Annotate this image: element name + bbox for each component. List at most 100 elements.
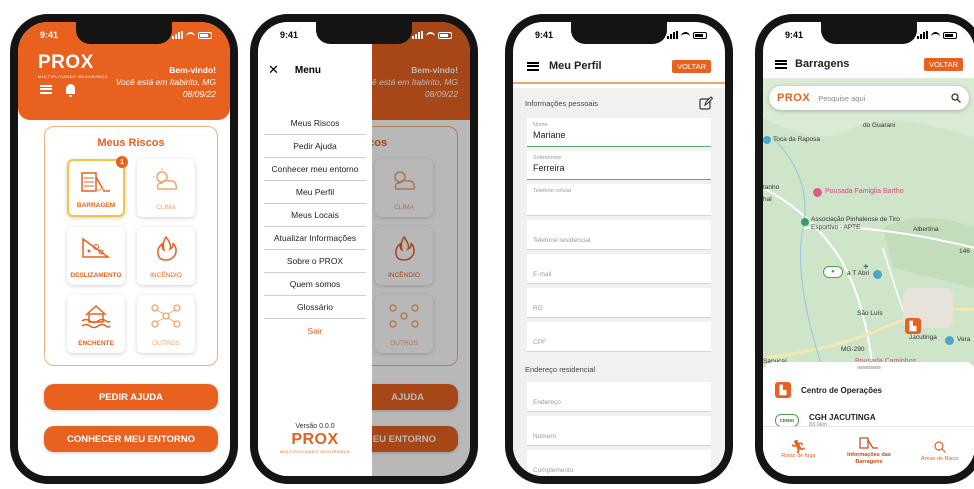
nav-risk-areas[interactable]: Áreas de Risco [904, 427, 974, 476]
prox-logo: PROX [777, 92, 811, 104]
map-pin-icon[interactable] [763, 136, 771, 144]
signal-icon [667, 31, 678, 39]
my-risks-panel: Meus Riscos 1 BARRAGEM CLIMA DESLIZAMENT… [44, 126, 218, 366]
map-label-etanho: tanho [763, 184, 780, 191]
menu-icon[interactable] [40, 84, 52, 94]
menu-item-conhecer-entorno[interactable]: Conhecer meu entorno [264, 158, 366, 181]
search-input[interactable]: Pesquise aqui [818, 94, 943, 103]
home-phone-field[interactable]: Telefone residencial [527, 220, 711, 250]
menu-item-sobre[interactable]: Sobre o PROX [264, 250, 366, 273]
prox-logo: PROX MULTIPLICANDO SEGURANÇA [38, 52, 109, 79]
map-label-vera: Vera [957, 336, 971, 343]
battery-icon [693, 31, 707, 39]
map-label-toca: Toca da Raposa [773, 136, 820, 143]
map-label-146: 146 [959, 248, 970, 255]
menu-item-meus-locais[interactable]: Meus Locais [264, 204, 366, 227]
flood-icon [81, 304, 111, 329]
signal-icon [917, 31, 928, 39]
date-text: 08/09/22 [182, 89, 216, 99]
personal-info-heading: Informações pessoais [525, 98, 598, 108]
welcome-block: Bem-vindo! Você está em Itabirito, MG 08… [116, 64, 216, 100]
tile-clima[interactable]: CLIMA [137, 159, 195, 217]
landslide-icon [82, 237, 111, 258]
battery-icon [198, 31, 212, 39]
battery-icon [438, 31, 452, 39]
dams-screen: 9:41 Barragens VOLTAR Toca da Raposa do … [763, 22, 974, 476]
status-time: 9:41 [785, 30, 804, 40]
tile-outros[interactable]: OUTROS [137, 295, 195, 353]
close-icon[interactable]: ✕ [268, 62, 279, 78]
map-pin-icon[interactable] [801, 218, 809, 226]
tile-barragem[interactable]: 1 BARRAGEM [67, 156, 128, 217]
name-field[interactable]: Nome Mariane [527, 118, 711, 147]
map-view[interactable]: Toca da Raposa do Guarani tanho hal Pous… [763, 78, 974, 370]
tile-deslizamento[interactable]: DESLIZAMENTO [67, 227, 125, 285]
profile-topbar: Meu Perfil VOLTAR [513, 50, 725, 84]
number-field[interactable]: Número [527, 416, 711, 446]
menu-item-pedir-ajuda[interactable]: Pedir Ajuda [264, 135, 366, 158]
map-pin-icon[interactable] [945, 336, 954, 345]
ask-help-button[interactable]: PEDIR AJUDA [44, 384, 218, 410]
search-icon[interactable] [951, 93, 961, 103]
notification-badge: 1 [116, 156, 128, 168]
cpf-field[interactable]: CPF [527, 322, 711, 352]
list-item-centro-operacoes[interactable]: ▙ Centro de Operações [763, 375, 974, 405]
menu-item-meu-perfil[interactable]: Meu Perfil [264, 181, 366, 204]
signal-icon [412, 31, 423, 39]
cemig-marker-icon[interactable]: ✦ [823, 266, 843, 278]
know-surroundings-button[interactable]: CONHECER MEU ENTORNO [44, 426, 218, 452]
map-pin-icon[interactable] [873, 270, 882, 279]
status-time: 9:41 [40, 30, 59, 40]
notch [76, 22, 172, 44]
logout-button[interactable]: Sair [264, 319, 366, 342]
crosshair-icon: + [863, 262, 869, 273]
map-search-bar[interactable]: PROX Pesquise aqui [769, 86, 969, 110]
page-title: Barragens [795, 58, 850, 70]
bell-icon[interactable] [66, 84, 75, 97]
side-drawer: ✕ Menu Meus Riscos Pedir Ajuda Conhecer … [258, 22, 372, 476]
map-label-hal: hal [763, 196, 772, 203]
menu-icon[interactable] [527, 61, 539, 71]
address-heading: Endereço residencial [525, 364, 596, 374]
sheet-handle[interactable] [857, 366, 881, 369]
mobile-phone-field[interactable]: Telefone celular [527, 184, 711, 216]
map-label-guarani: do Guarani [863, 122, 896, 129]
menu-item-glossario[interactable]: Glossário [264, 296, 366, 319]
dams-topbar: Barragens VOLTAR [763, 50, 974, 78]
surname-field[interactable]: Sobrenome Ferreira [527, 151, 711, 180]
back-button[interactable]: VOLTAR [924, 57, 963, 71]
tile-incendio[interactable]: INCÊNDIO [137, 227, 195, 285]
status-time: 9:41 [535, 30, 554, 40]
menu-item-meus-riscos[interactable]: Meus Riscos [264, 112, 366, 135]
menu-item-atualizar[interactable]: Atualizar Informações [264, 227, 366, 250]
weather-icon [153, 168, 178, 190]
signal-icon [172, 31, 183, 39]
map-label-mg290: MG-290 [841, 346, 865, 353]
tile-enchente[interactable]: ENCHENTE [67, 295, 125, 353]
cemig-logo: CEMIG [775, 413, 799, 427]
map-label-albertina: Albertina [913, 226, 939, 233]
fire-icon [157, 235, 177, 261]
edit-icon[interactable] [699, 96, 713, 110]
prox-logo: PROX MULTIPLICANDO SEGURANÇA [279, 431, 351, 454]
nav-dam-info[interactable]: Informações das Barragens [834, 427, 905, 476]
dam-marker-icon[interactable]: ▙ [905, 318, 921, 334]
menu-list: Meus Riscos Pedir Ajuda Conhecer meu ent… [258, 112, 372, 342]
complement-field[interactable]: Complemento [527, 450, 711, 476]
battery-icon [943, 31, 957, 39]
rg-field[interactable]: RG [527, 288, 711, 318]
map-pin-icon[interactable] [813, 188, 822, 197]
notch [316, 22, 412, 44]
home-screen: 9:41 PROX MULTIPLICANDO SEGURANÇA Bem-vi… [18, 22, 230, 476]
welcome-text: Bem-vindo! [169, 65, 216, 75]
address-field[interactable]: Endereço [527, 382, 711, 412]
email-field[interactable]: E-mail [527, 254, 711, 284]
nav-escape-routes[interactable]: 🏃︎ Rotas de fuga [763, 427, 834, 476]
menu-icon[interactable] [775, 59, 787, 69]
version-text: Versão 0.0.0 [295, 423, 335, 430]
page-title: Meu Perfil [549, 60, 602, 72]
menu-item-quem-somos[interactable]: Quem somos [264, 273, 366, 296]
map-label-jacutinga: Jacutinga [909, 334, 937, 341]
dam-icon [81, 172, 110, 192]
back-button[interactable]: VOLTAR [672, 59, 711, 73]
